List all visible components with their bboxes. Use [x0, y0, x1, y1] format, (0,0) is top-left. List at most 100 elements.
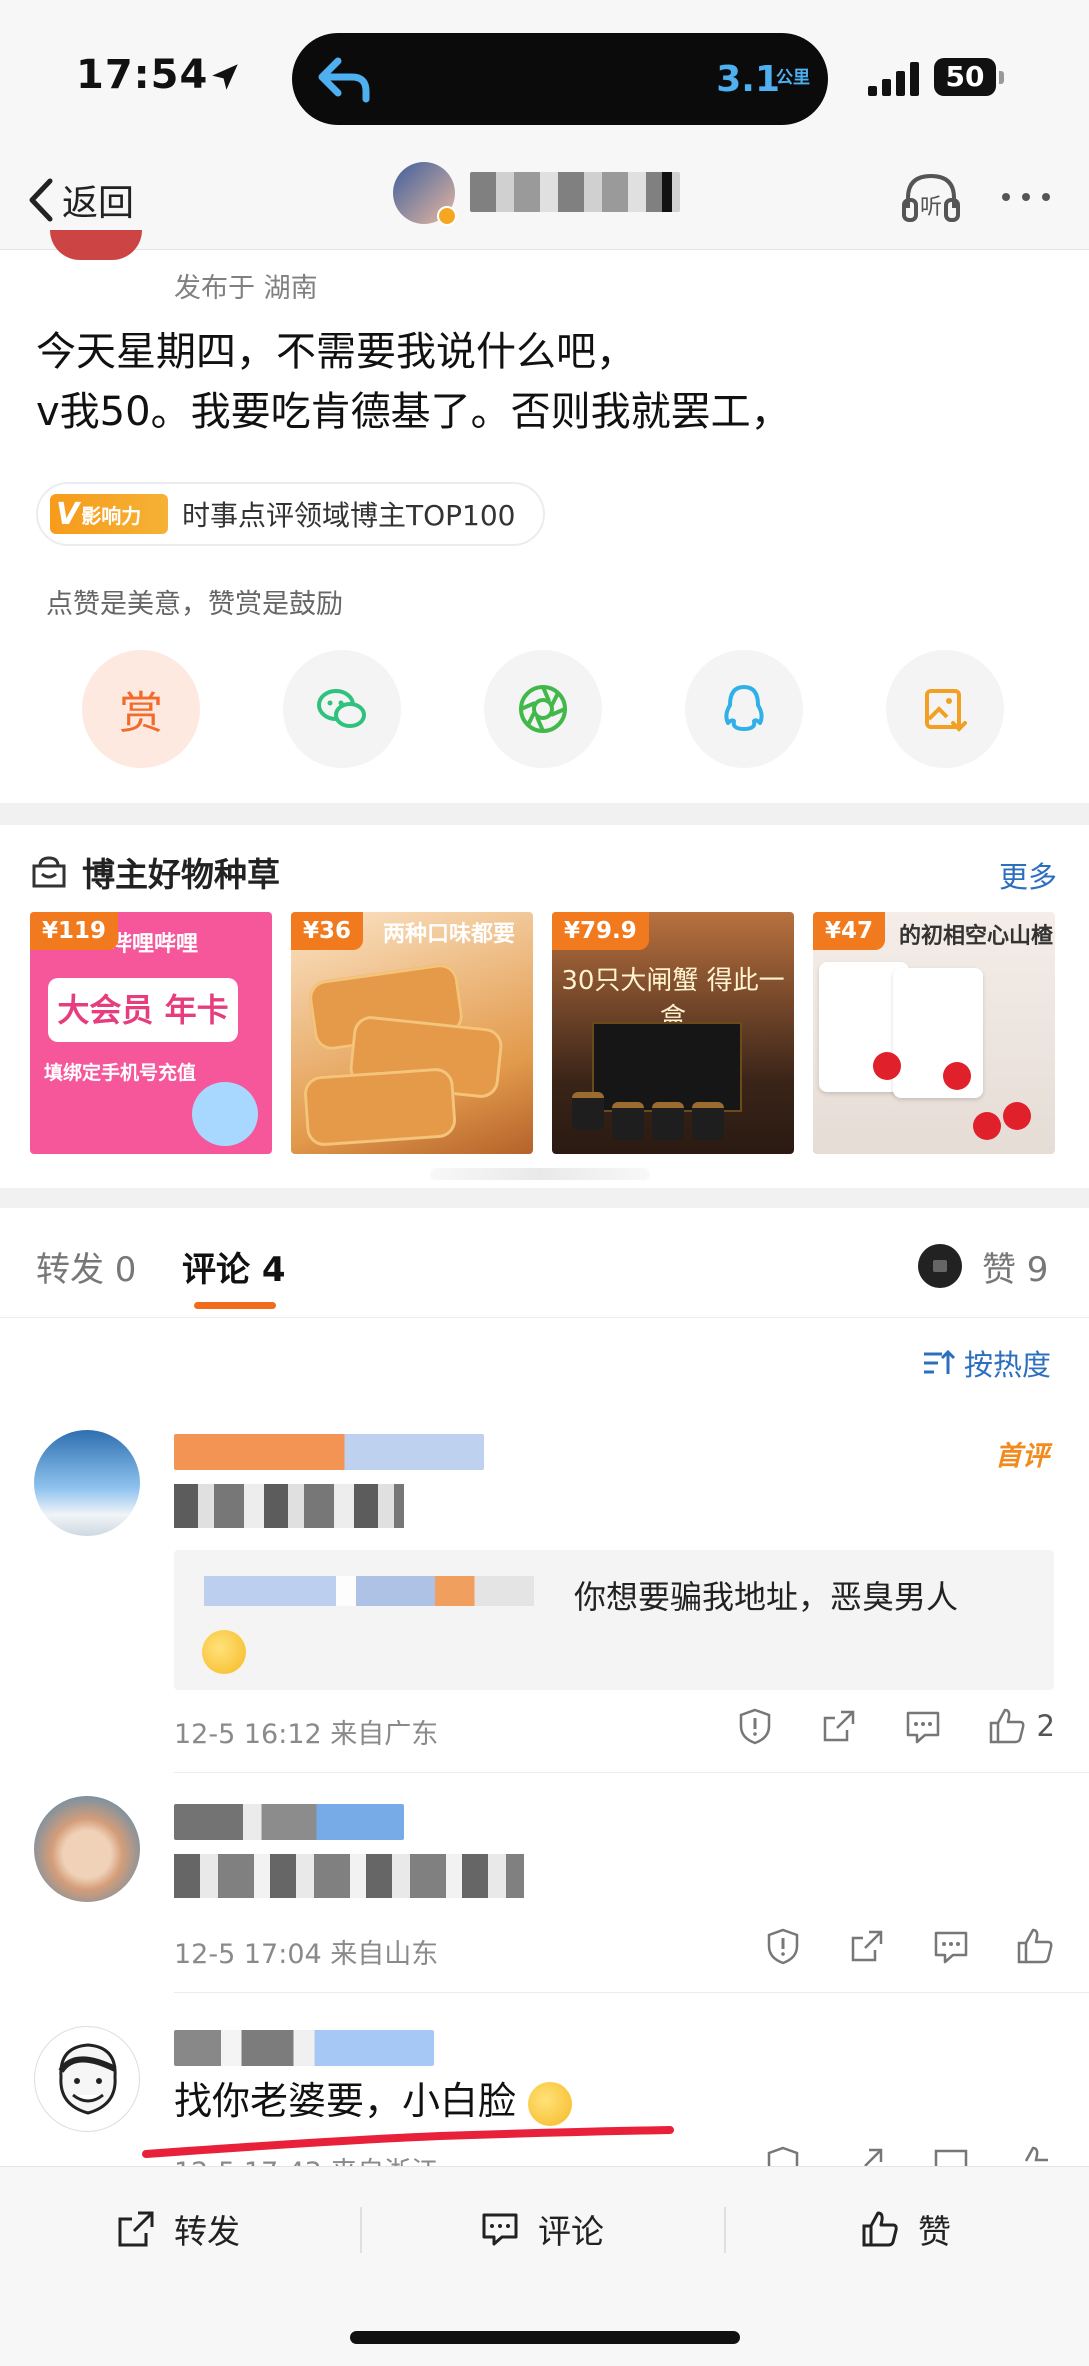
interaction-tabs: 转发 0 评论 4 赞 9 [0, 1208, 1089, 1318]
listen-headphones-icon[interactable]: 听 [900, 168, 962, 226]
bar-divider [724, 2207, 726, 2253]
hawthorn-image [943, 1062, 971, 1090]
bar-divider [360, 2207, 362, 2253]
goods-caption: 的初相空心山楂 [899, 924, 1054, 949]
goods-price: ¥47 [813, 912, 886, 950]
v-badge-icon: V [56, 496, 80, 532]
commenter-avatar[interactable] [34, 1796, 140, 1902]
comment-actions [719, 1926, 1055, 1966]
thumbs-up-icon[interactable] [987, 1706, 1027, 1746]
reward-button[interactable]: 赏 [82, 650, 200, 768]
tab-repost[interactable]: 转发 0 [36, 1242, 136, 1291]
share-icon[interactable] [819, 1706, 859, 1746]
comment-meta: 12-5 17:04 来自山东 [174, 1939, 439, 1970]
product-image [592, 1022, 742, 1112]
influence-chip[interactable]: V 影响力 时事点评领域博主TOP100 [36, 482, 546, 546]
first-comment-tag: 首评 [995, 1441, 1049, 1472]
share-moments-button[interactable] [484, 650, 602, 768]
goods-caption: 两种口味都要 [383, 922, 516, 947]
thumbs-up-icon[interactable] [1015, 1926, 1055, 1966]
back-button[interactable]: 返回 [26, 170, 134, 230]
liker-avatar [918, 1244, 962, 1288]
product-jar [612, 1102, 644, 1140]
share-row: 赏 [0, 650, 1089, 774]
chevron-left-icon [29, 178, 53, 222]
tab-like[interactable]: 赞 9 [982, 1242, 1048, 1291]
report-shield-icon[interactable] [763, 2144, 803, 2166]
share-qq-button[interactable] [685, 650, 803, 768]
reply-icon[interactable] [903, 1706, 943, 1746]
island-unit: 公里 [776, 68, 810, 88]
share-icon[interactable] [847, 2144, 887, 2166]
repost-button[interactable]: 转发 [116, 2205, 240, 2253]
commenter-avatar[interactable] [34, 1430, 140, 1536]
battery-indicator: 50 [934, 58, 996, 96]
comment-label: 评论 [538, 2212, 604, 2251]
mascot-image [192, 1082, 258, 1146]
dynamic-island[interactable]: 3.1 公里 [292, 33, 828, 125]
thumbs-up-icon[interactable] [1015, 2144, 1055, 2166]
save-picture-icon [925, 689, 967, 732]
reply-preview[interactable]: 你想要骗我地址，恶臭男人 [174, 1550, 1054, 1690]
smug-emoji-icon [202, 1630, 246, 1674]
tab-comment[interactable]: 评论 4 [182, 1242, 286, 1291]
reply-text: 你想要骗我地址，恶臭男人 [574, 1578, 959, 1616]
comment-actions: 2 [691, 1706, 1055, 1746]
share-icon[interactable] [847, 1926, 887, 1966]
post-location: 发布于 湖南 [174, 273, 318, 304]
like-button[interactable]: 赞 [860, 2205, 951, 2253]
reward-hint: 点赞是美意，赞赏是鼓励 [46, 589, 343, 620]
back-label: 返回 [62, 183, 135, 224]
replier-name-redacted [204, 1576, 534, 1606]
report-shield-icon[interactable] [763, 1926, 803, 1966]
sort-by-hot-button[interactable]: 按热度 [922, 1342, 1051, 1384]
goods-carousel[interactable]: ¥119 哔哩哔哩 大会员 年卡 填绑定手机号充值 ¥36 两种口味都要 ¥79… [30, 912, 1060, 1156]
author-name-redacted [470, 172, 680, 212]
like-count: 2 [1036, 1709, 1055, 1743]
post-author-avatar[interactable] [50, 230, 142, 260]
product-jar [692, 1102, 724, 1140]
wechat-icon [317, 689, 366, 728]
commenter-name-redacted[interactable] [174, 1804, 404, 1840]
share-wechat-button[interactable] [283, 650, 401, 768]
sort-label: 按热度 [963, 1348, 1051, 1382]
commenter-name-redacted[interactable] [174, 1434, 484, 1470]
goods-price: ¥36 [291, 912, 364, 950]
more-options-icon[interactable] [996, 182, 1056, 212]
home-indicator[interactable] [350, 2331, 740, 2344]
status-bar: 17:54 3.1 公里 50 [0, 0, 1089, 150]
cellular-signal-icon [868, 62, 919, 96]
sly-emoji-icon [528, 2081, 573, 2126]
goods-title: 博主好物种草 [82, 855, 280, 894]
goods-header: 博主好物种草 [30, 848, 280, 896]
save-image-button[interactable] [886, 650, 1004, 768]
carousel-scroll-indicator [430, 1168, 650, 1180]
goods-card[interactable]: ¥36 两种口味都要 [291, 912, 533, 1154]
like-label: 赞 [918, 2212, 951, 2251]
repost-icon [118, 2211, 154, 2247]
moments-aperture-icon [519, 685, 567, 733]
goods-more-link[interactable]: 更多 [999, 854, 1057, 896]
commenter-name-redacted[interactable] [174, 2030, 434, 2066]
shopping-bag-icon [32, 856, 66, 888]
report-shield-icon[interactable] [735, 1706, 775, 1746]
sort-icon [923, 1349, 956, 1374]
comment-item: 首评 你想要骗我地址，恶臭男人 12-5 16:12 来自广东 2 [0, 1420, 1089, 1773]
reply-icon[interactable] [931, 1926, 971, 1966]
goods-card[interactable]: ¥47 的初相空心山楂 [813, 912, 1055, 1154]
comment-divider [174, 1992, 1089, 1993]
comment-button[interactable]: 评论 [480, 2205, 604, 2253]
goods-card[interactable]: ¥79.9 30只大闸蟹 得此一盒 [552, 912, 794, 1154]
commenter-avatar[interactable] [34, 2026, 140, 2132]
location-arrow-icon [212, 64, 238, 90]
section-divider [0, 1188, 1089, 1208]
repost-label: 转发 [174, 2212, 240, 2251]
svg-text:听: 听 [920, 195, 942, 220]
comment-text-redacted [174, 1484, 404, 1528]
influence-label: 时事点评领域博主TOP100 [182, 499, 516, 532]
comment-actions [719, 2144, 1055, 2166]
comment-meta: 12-5 16:12 来自广东 [174, 1719, 439, 1750]
hawthorn-image [973, 1112, 1001, 1140]
goods-card[interactable]: ¥119 哔哩哔哩 大会员 年卡 填绑定手机号充值 [30, 912, 272, 1154]
reply-icon[interactable] [931, 2144, 971, 2166]
